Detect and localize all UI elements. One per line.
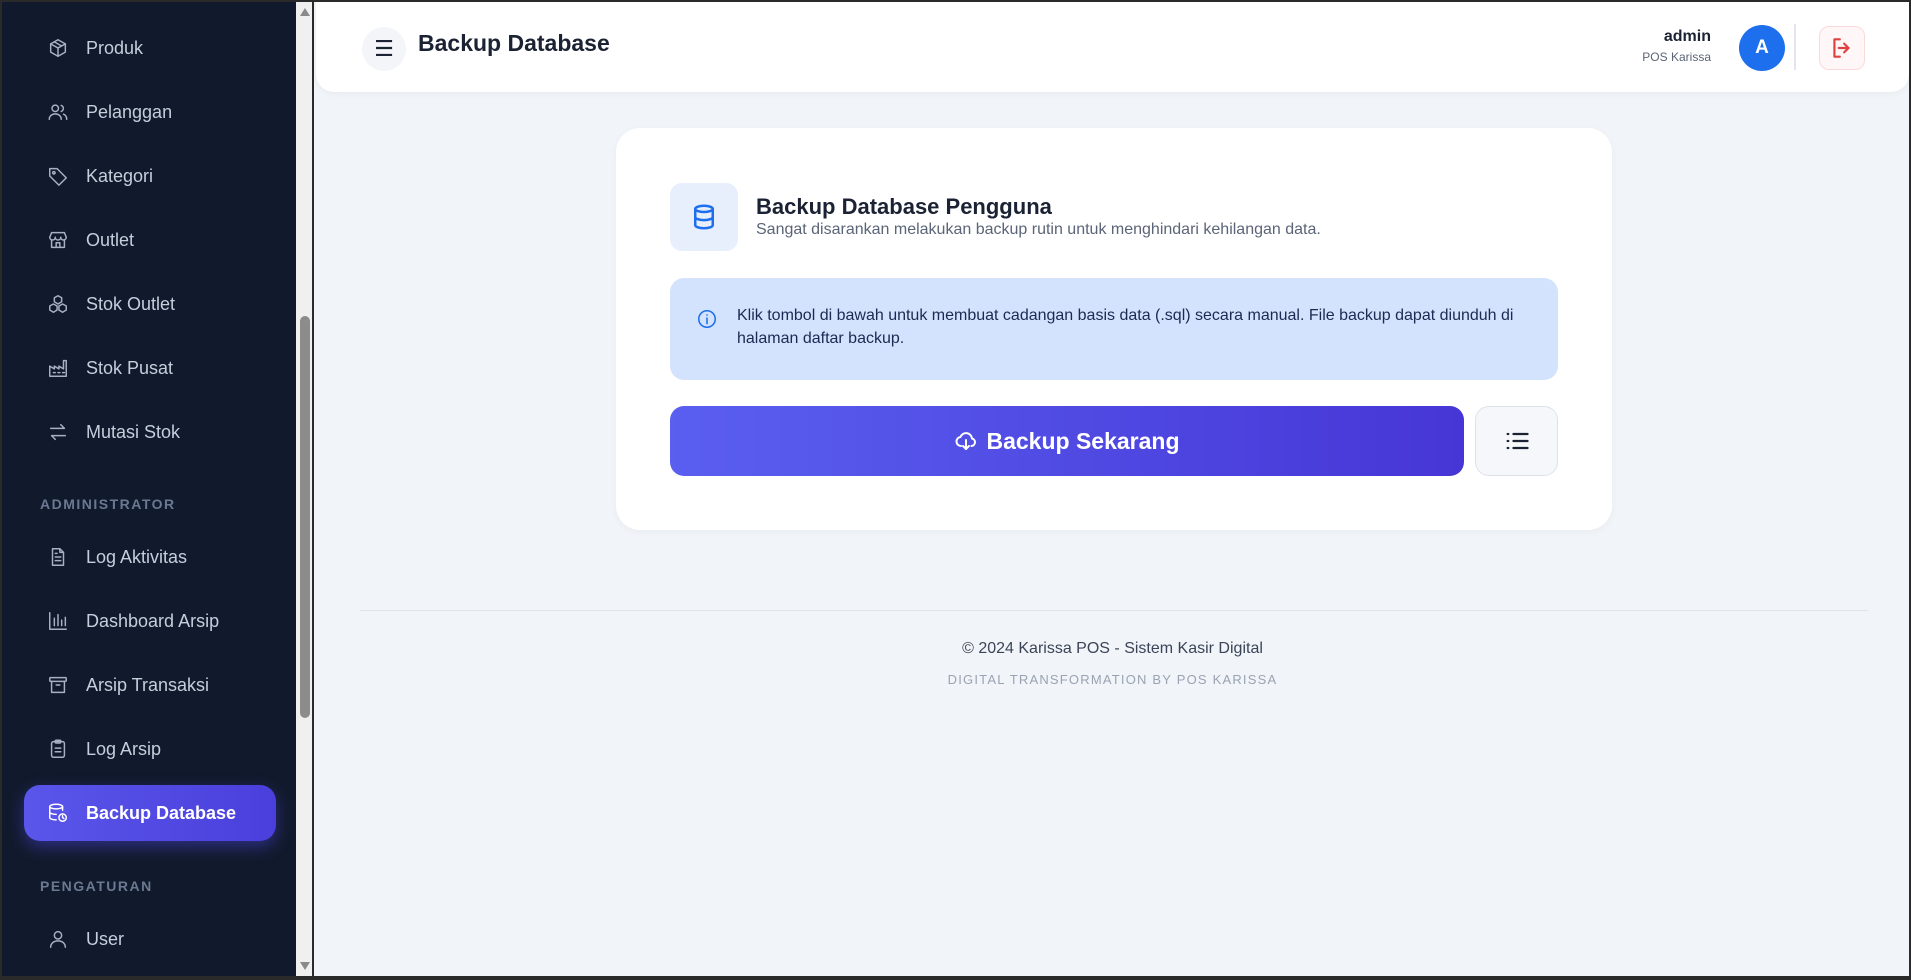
tag-icon [46, 164, 70, 188]
bar-chart-icon [46, 609, 70, 633]
app-window: Produk Pelanggan Kategori Outlet Stok Ou… [2, 2, 1909, 976]
factory-icon [46, 356, 70, 380]
sidebar-item-label: Pelanggan [86, 101, 173, 122]
backup-list-button[interactable] [1475, 406, 1558, 476]
sidebar-item-log-aktivitas[interactable]: Log Aktivitas [24, 529, 276, 585]
top-header: ☰ Backup Database admin POS Karissa A [316, 2, 1909, 92]
sidebar-item-label: Dashboard Arsip [86, 610, 220, 631]
sidebar-item-backup-database[interactable]: Backup Database [24, 785, 276, 841]
package-icon [46, 36, 70, 60]
scroll-up-icon[interactable] [300, 8, 310, 16]
sidebar-item-pelanggan[interactable]: Pelanggan [24, 84, 276, 140]
user-role: POS Karissa [1642, 50, 1711, 64]
clipboard-icon [46, 737, 70, 761]
sidebar-item-outlet[interactable]: Outlet [24, 212, 276, 268]
sidebar: Produk Pelanggan Kategori Outlet Stok Ou… [2, 2, 296, 976]
header-divider [1794, 24, 1796, 70]
info-text: Klik tombol di bawah untuk membuat cadan… [737, 307, 1514, 347]
hamburger-icon: ☰ [374, 36, 394, 61]
store-icon [46, 228, 70, 252]
section-label-pengaturan: PENGATURAN [40, 878, 153, 894]
sidebar-item-label: Stok Outlet [86, 293, 176, 314]
sidebar-item-label: Arsip Transaksi [86, 674, 210, 695]
file-text-icon [46, 545, 70, 569]
footer-copyright: © 2024 Karissa POS - Sistem Kasir Digita… [962, 640, 1263, 657]
scroll-thumb[interactable] [300, 316, 310, 718]
user-icon [46, 927, 70, 951]
users-icon [46, 100, 70, 124]
footer-tagline: DIGITAL TRANSFORMATION BY POS KARISSA [947, 672, 1278, 687]
backup-now-label: Backup Sekarang [986, 427, 1180, 454]
menu-toggle-button[interactable]: ☰ [362, 27, 406, 71]
card-subtitle: Sangat disarankan melakukan backup rutin… [756, 221, 1321, 238]
sidebar-item-label: Produk [86, 37, 144, 58]
sidebar-item-label: Log Aktivitas [86, 546, 188, 567]
backup-card: Backup Database Pengguna Sangat disarank… [616, 128, 1612, 530]
archive-icon [46, 673, 70, 697]
arrows-exchange-icon [46, 420, 70, 444]
sidebar-item-user[interactable]: User [24, 911, 276, 967]
scroll-down-icon[interactable] [300, 962, 310, 970]
sidebar-item-dashboard-arsip[interactable]: Dashboard Arsip [24, 593, 276, 649]
boxes-icon [46, 292, 70, 316]
sidebar-scrollbar[interactable] [296, 2, 314, 976]
sidebar-item-stok-outlet[interactable]: Stok Outlet [24, 276, 276, 332]
sidebar-item-stok-pusat[interactable]: Stok Pusat [24, 340, 276, 396]
info-icon [696, 308, 718, 330]
list-icon [1506, 432, 1529, 450]
avatar[interactable]: A [1739, 25, 1785, 71]
sidebar-item-label: Kategori [86, 165, 154, 186]
database-icon [670, 183, 738, 251]
cloud-download-icon [956, 432, 977, 450]
sidebar-item-log-arsip[interactable]: Log Arsip [24, 721, 276, 777]
sidebar-item-label: User [86, 928, 125, 949]
user-name: admin [1663, 28, 1711, 45]
info-alert: Klik tombol di bawah untuk membuat cadan… [670, 278, 1558, 380]
sidebar-item-label: Log Arsip [86, 738, 162, 759]
database-backup-icon [46, 801, 70, 825]
sidebar-item-produk[interactable]: Produk [24, 20, 276, 76]
sidebar-item-label: Outlet [86, 229, 135, 250]
sidebar-item-label: Backup Database [86, 802, 237, 823]
section-label-administrator: ADMINISTRATOR [40, 496, 176, 512]
sidebar-item-kategori[interactable]: Kategori [24, 148, 276, 204]
sidebar-item-label: Mutasi Stok [86, 421, 181, 442]
footer-divider [360, 610, 1868, 611]
card-title: Backup Database Pengguna [756, 194, 1052, 219]
sidebar-item-label: Stok Pusat [86, 357, 174, 378]
logout-icon [1833, 38, 1850, 58]
sidebar-item-arsip-transaksi[interactable]: Arsip Transaksi [24, 657, 276, 713]
page-title: Backup Database [418, 30, 610, 56]
sidebar-item-mutasi-stok[interactable]: Mutasi Stok [24, 404, 276, 460]
backup-now-button[interactable]: Backup Sekarang [670, 406, 1464, 476]
logout-button[interactable] [1819, 26, 1865, 70]
